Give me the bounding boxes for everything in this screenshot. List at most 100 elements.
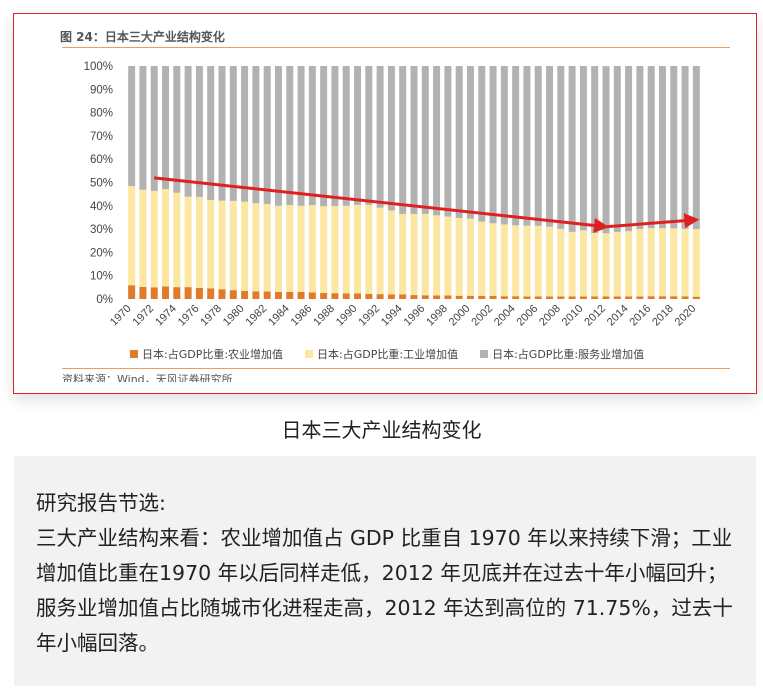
bar-segment-industry	[658, 228, 666, 297]
y-tick-label: 40%	[90, 201, 113, 213]
bar-segment-agriculture	[162, 286, 170, 299]
x-tick-label: 1988	[311, 303, 337, 329]
bar-segment-agriculture	[568, 296, 576, 299]
bar-segment-agriculture	[670, 296, 678, 299]
bar-segment-industry	[195, 196, 203, 288]
bar-segment-industry	[331, 206, 339, 294]
bar-segment-agriculture	[252, 291, 260, 299]
summary-box: 研究报告节选: 三大产业结构来看：农业增加值占 GDP 比重自 1970 年以来…	[14, 456, 756, 686]
bar-segment-agriculture	[692, 296, 700, 299]
y-tick-label: 70%	[90, 131, 113, 143]
bar-segment-agriculture	[466, 295, 474, 299]
bar-segment-agriculture	[320, 292, 328, 299]
bar-segment-services	[500, 66, 508, 225]
bar-segment-industry	[625, 231, 633, 297]
legend-swatch	[305, 350, 314, 358]
bar-segment-industry	[263, 203, 271, 292]
bar-segment-agriculture	[150, 287, 158, 299]
bar-segment-industry	[320, 206, 328, 293]
bar-segment-agriculture	[410, 295, 418, 299]
bar-segment-industry	[523, 225, 531, 297]
x-tick-label: 1990	[334, 303, 360, 329]
stacked-bar-chart: 0%10%20%30%40%50%60%70%80%90%100%1970197…	[84, 61, 700, 329]
bar-segment-services	[365, 66, 373, 205]
bar-segment-services	[139, 66, 147, 190]
bar-segment-industry	[591, 233, 599, 297]
summary-body: 三大产业结构来看：农业增加值占 GDP 比重自 1970 年以来持续下滑；工业增…	[36, 526, 733, 655]
bar-segment-agriculture	[354, 293, 362, 299]
x-tick-label: 2000	[447, 303, 473, 329]
bar-segment-services	[433, 66, 441, 216]
bar-segment-industry	[365, 204, 373, 294]
bar-segment-industry	[534, 225, 542, 297]
x-tick-label: 1984	[266, 303, 292, 329]
bar-segment-services	[444, 66, 452, 217]
bar-segment-industry	[241, 201, 249, 291]
bar-segment-industry	[308, 205, 316, 293]
bar-segment-industry	[636, 229, 644, 297]
bar-segment-services	[399, 66, 407, 214]
bar-segment-agriculture	[455, 295, 463, 299]
y-tick-label: 10%	[90, 271, 113, 283]
y-tick-label: 90%	[90, 84, 113, 96]
bar-segment-industry	[421, 213, 429, 296]
bar-segment-agriculture	[297, 292, 305, 299]
bar-segment-agriculture	[500, 296, 508, 299]
bar-segment-industry	[455, 217, 463, 296]
x-tick-label: 1986	[289, 303, 315, 329]
bar-segment-services	[263, 66, 271, 204]
bar-segment-services	[173, 66, 181, 193]
bar-segment-services	[512, 66, 520, 226]
bar-segment-agriculture	[613, 296, 621, 299]
bar-segment-industry	[579, 230, 587, 297]
bar-segment-services	[591, 66, 599, 234]
bar-segment-industry	[399, 213, 407, 295]
bar-segment-services	[546, 66, 554, 227]
bar-segment-industry	[207, 199, 215, 289]
x-tick-label: 1974	[153, 303, 179, 329]
bar-segment-industry	[229, 200, 237, 291]
bar-segment-services	[320, 66, 328, 207]
bar-segment-agriculture	[173, 287, 181, 299]
bar-segment-industry	[478, 221, 486, 296]
bar-segment-agriculture	[647, 296, 655, 299]
x-tick-label: 1972	[131, 303, 157, 329]
bar-segment-agriculture	[478, 295, 486, 299]
bar-segment-agriculture	[139, 286, 147, 299]
bar-segment-services	[162, 66, 170, 190]
bar-segment-industry	[602, 233, 610, 297]
bar-segment-agriculture	[274, 291, 282, 299]
bar-segment-industry	[139, 189, 147, 287]
bar-segment-services	[647, 66, 655, 229]
bar-segment-industry	[647, 228, 655, 297]
bar-segment-agriculture	[241, 290, 249, 299]
x-tick-label: 2012	[582, 303, 608, 329]
bar-segment-agriculture	[331, 293, 339, 299]
bar-segment-agriculture	[286, 291, 294, 299]
chart-legend: 日本:占GDP比重:农业增加值 日本:占GDP比重:工业增加值 日本:占GDP比重:…	[130, 346, 644, 362]
bar-segment-agriculture	[658, 296, 666, 299]
bar-segment-industry	[286, 205, 294, 292]
bar-segment-agriculture	[263, 291, 271, 299]
bar-segment-agriculture	[557, 296, 565, 299]
bar-segment-services	[410, 66, 418, 214]
bar-segment-industry	[184, 196, 192, 288]
bar-segment-agriculture	[591, 296, 599, 299]
bar-segment-services	[331, 66, 339, 207]
bar-segment-services	[207, 66, 215, 200]
bar-segment-industry	[670, 228, 678, 297]
bar-segment-services	[523, 66, 531, 226]
legend-swatch	[480, 350, 489, 358]
bar-segment-services	[376, 66, 384, 208]
bar-segment-agriculture	[399, 294, 407, 299]
bar-segment-services	[218, 66, 226, 201]
x-tick-label: 2006	[515, 303, 541, 329]
bar-segment-industry	[274, 205, 282, 292]
bar-segment-agriculture	[376, 294, 384, 299]
bar-segment-agriculture	[523, 296, 531, 299]
bar-segment-industry	[568, 231, 576, 297]
y-tick-label: 80%	[90, 108, 113, 120]
bar-segment-agriculture	[444, 295, 452, 299]
bar-segment-agriculture	[184, 287, 192, 299]
bar-segment-services	[241, 66, 249, 202]
